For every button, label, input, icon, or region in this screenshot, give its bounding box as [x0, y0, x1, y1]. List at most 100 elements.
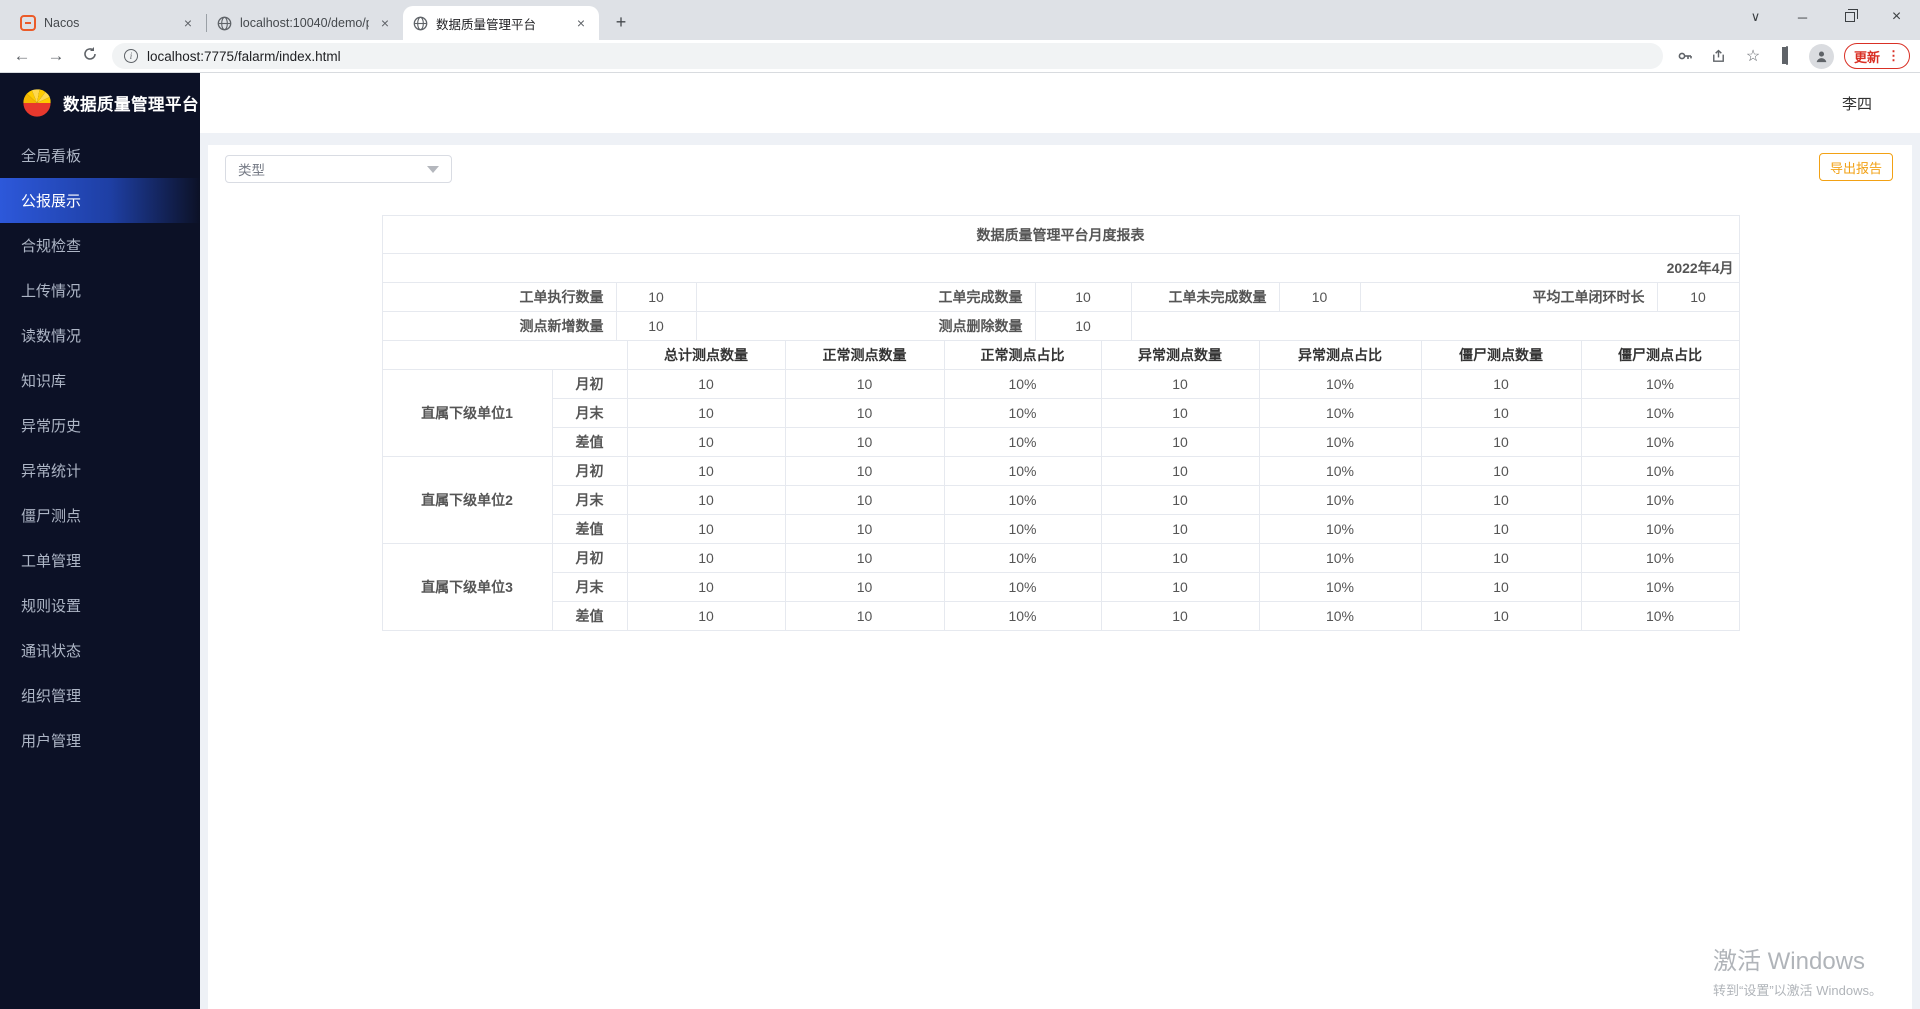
- password-key-icon[interactable]: [1673, 47, 1697, 65]
- sidebar-item-link[interactable]: 合规检查: [0, 223, 200, 268]
- export-report-button[interactable]: 导出报告: [1819, 153, 1893, 181]
- browser-tab-active[interactable]: 数据质量管理平台 ×: [403, 6, 599, 40]
- row-label-cell: 月初: [552, 457, 627, 486]
- sidebar-item-link[interactable]: 知识库: [0, 358, 200, 403]
- sidebar-item-link[interactable]: 异常历史: [0, 403, 200, 448]
- value-cell: 10%: [944, 573, 1101, 602]
- value-cell: 10: [785, 457, 944, 486]
- address-bar[interactable]: i localhost:7775/falarm/index.html: [112, 43, 1663, 69]
- sidebar-item-link[interactable]: 上传情况: [0, 268, 200, 313]
- sidebar-item-active[interactable]: 公报展示: [0, 178, 200, 223]
- sidebar-item-link[interactable]: 通讯状态: [0, 628, 200, 673]
- globe-favicon-icon: [217, 16, 232, 31]
- column-header: 正常测点占比: [944, 341, 1101, 370]
- row-label-cell: 月初: [552, 544, 627, 573]
- new-tab-button[interactable]: +: [607, 9, 635, 37]
- column-header: 异常测点占比: [1259, 341, 1421, 370]
- report-panel: 类型 导出报告 数据质量管理平台月度报表 2022年4月 工单执行数量10工单完…: [208, 145, 1912, 1009]
- value-cell: 10%: [1581, 399, 1739, 428]
- value-cell: 10: [1101, 573, 1259, 602]
- chevron-down-icon: [427, 166, 439, 173]
- summary-label-cell: 测点新增数量: [382, 312, 616, 341]
- value-cell: 10: [1101, 399, 1259, 428]
- current-username[interactable]: 李四: [1842, 93, 1872, 114]
- blank-header-cell: [382, 341, 627, 370]
- back-icon[interactable]: ←: [10, 46, 34, 66]
- tab-close-icon[interactable]: ×: [377, 15, 393, 31]
- sidebar-item-link[interactable]: 工单管理: [0, 538, 200, 583]
- site-info-icon[interactable]: i: [124, 49, 138, 63]
- sidebar-item-link[interactable]: 组织管理: [0, 673, 200, 718]
- sidebar-item-link[interactable]: 用户管理: [0, 718, 200, 763]
- tab-close-icon[interactable]: ×: [573, 15, 589, 31]
- forward-icon[interactable]: →: [44, 46, 68, 66]
- type-select[interactable]: 类型: [225, 155, 452, 183]
- value-cell: 10%: [1259, 602, 1421, 631]
- app-logo: 数据质量管理平台: [0, 73, 200, 133]
- value-cell: 10%: [944, 544, 1101, 573]
- column-header: 总计测点数量: [627, 341, 785, 370]
- value-cell: 10: [627, 515, 785, 544]
- tab-search-chevron-icon[interactable]: ∨: [1732, 0, 1779, 34]
- window-restore-button[interactable]: [1826, 0, 1873, 34]
- browser-profile-avatar[interactable]: [1809, 44, 1834, 69]
- sidebar-item-link[interactable]: 异常统计: [0, 448, 200, 493]
- row-label-cell: 差值: [552, 515, 627, 544]
- sidebar-item-link[interactable]: 全局看板: [0, 133, 200, 178]
- value-cell: 10%: [944, 370, 1101, 399]
- summary-value-cell: 10: [1035, 283, 1131, 312]
- window-minimize-button[interactable]: ─: [1779, 0, 1826, 34]
- detail-table: 总计测点数量 正常测点数量 正常测点占比 异常测点数量 异常测点占比 僵尸测点数…: [382, 340, 1740, 631]
- value-cell: 10%: [944, 399, 1101, 428]
- value-cell: 10: [1421, 428, 1581, 457]
- monthly-report: 数据质量管理平台月度报表 2022年4月 工单执行数量10工单完成数量10工单未…: [382, 215, 1739, 631]
- refresh-icon[interactable]: [78, 46, 102, 67]
- sidebar-item-link[interactable]: 僵尸测点: [0, 493, 200, 538]
- window-close-button[interactable]: ×: [1873, 0, 1920, 34]
- value-cell: 10%: [1581, 486, 1739, 515]
- app-title: 数据质量管理平台: [63, 91, 199, 115]
- value-cell: 10%: [1581, 428, 1739, 457]
- tab-title: localhost:10040/demo/psjdbc: [240, 16, 369, 30]
- sidebar-item-link[interactable]: 读数情况: [0, 313, 200, 358]
- update-label: 更新: [1854, 47, 1880, 66]
- column-header: 异常测点数量: [1101, 341, 1259, 370]
- summary-value-cell: 10: [616, 283, 696, 312]
- value-cell: 10: [627, 399, 785, 428]
- bookmark-star-icon[interactable]: ☆: [1741, 46, 1765, 66]
- row-label-cell: 月末: [552, 573, 627, 602]
- summary-row: 测点新增数量10测点删除数量10: [382, 312, 1739, 341]
- value-cell: 10: [1101, 544, 1259, 573]
- sidebar-item-link[interactable]: 规则设置: [0, 583, 200, 628]
- value-cell: 10: [627, 573, 785, 602]
- summary-label-cell: 测点删除数量: [696, 312, 1035, 341]
- summary-table: 数据质量管理平台月度报表 2022年4月 工单执行数量10工单完成数量10工单未…: [382, 215, 1740, 341]
- petro-sunburst-logo-icon: [20, 86, 54, 120]
- value-cell: 10: [785, 399, 944, 428]
- table-row: 月末101010%1010%1010%: [382, 486, 1739, 515]
- tab-close-icon[interactable]: ×: [180, 15, 196, 31]
- row-label-cell: 月末: [552, 399, 627, 428]
- side-panel-icon[interactable]: [1775, 47, 1799, 65]
- summary-label-cell: 工单未完成数量: [1131, 283, 1279, 312]
- summary-label-cell: 工单完成数量: [696, 283, 1035, 312]
- value-cell: 10: [785, 515, 944, 544]
- value-cell: 10: [1101, 602, 1259, 631]
- value-cell: 10: [785, 370, 944, 399]
- summary-value-cell: 10: [1035, 312, 1131, 341]
- share-icon[interactable]: [1707, 48, 1731, 65]
- summary-label-cell: 工单执行数量: [382, 283, 616, 312]
- browser-menu-kebab-icon[interactable]: ⋮: [1887, 48, 1900, 64]
- value-cell: 10%: [944, 428, 1101, 457]
- value-cell: 10: [1101, 515, 1259, 544]
- browser-tab-nacos[interactable]: Nacos ×: [10, 6, 206, 40]
- value-cell: 10: [785, 486, 944, 515]
- value-cell: 10%: [1259, 370, 1421, 399]
- chrome-update-button[interactable]: 更新 ⋮: [1844, 43, 1910, 69]
- value-cell: 10: [1101, 486, 1259, 515]
- table-row: 直属下级单位3月初101010%1010%1010%: [382, 544, 1739, 573]
- page-header: 李四: [200, 73, 1920, 133]
- browser-tab-localhost-demo[interactable]: localhost:10040/demo/psjdbc ×: [207, 6, 403, 40]
- value-cell: 10: [1101, 457, 1259, 486]
- value-cell: 10%: [944, 602, 1101, 631]
